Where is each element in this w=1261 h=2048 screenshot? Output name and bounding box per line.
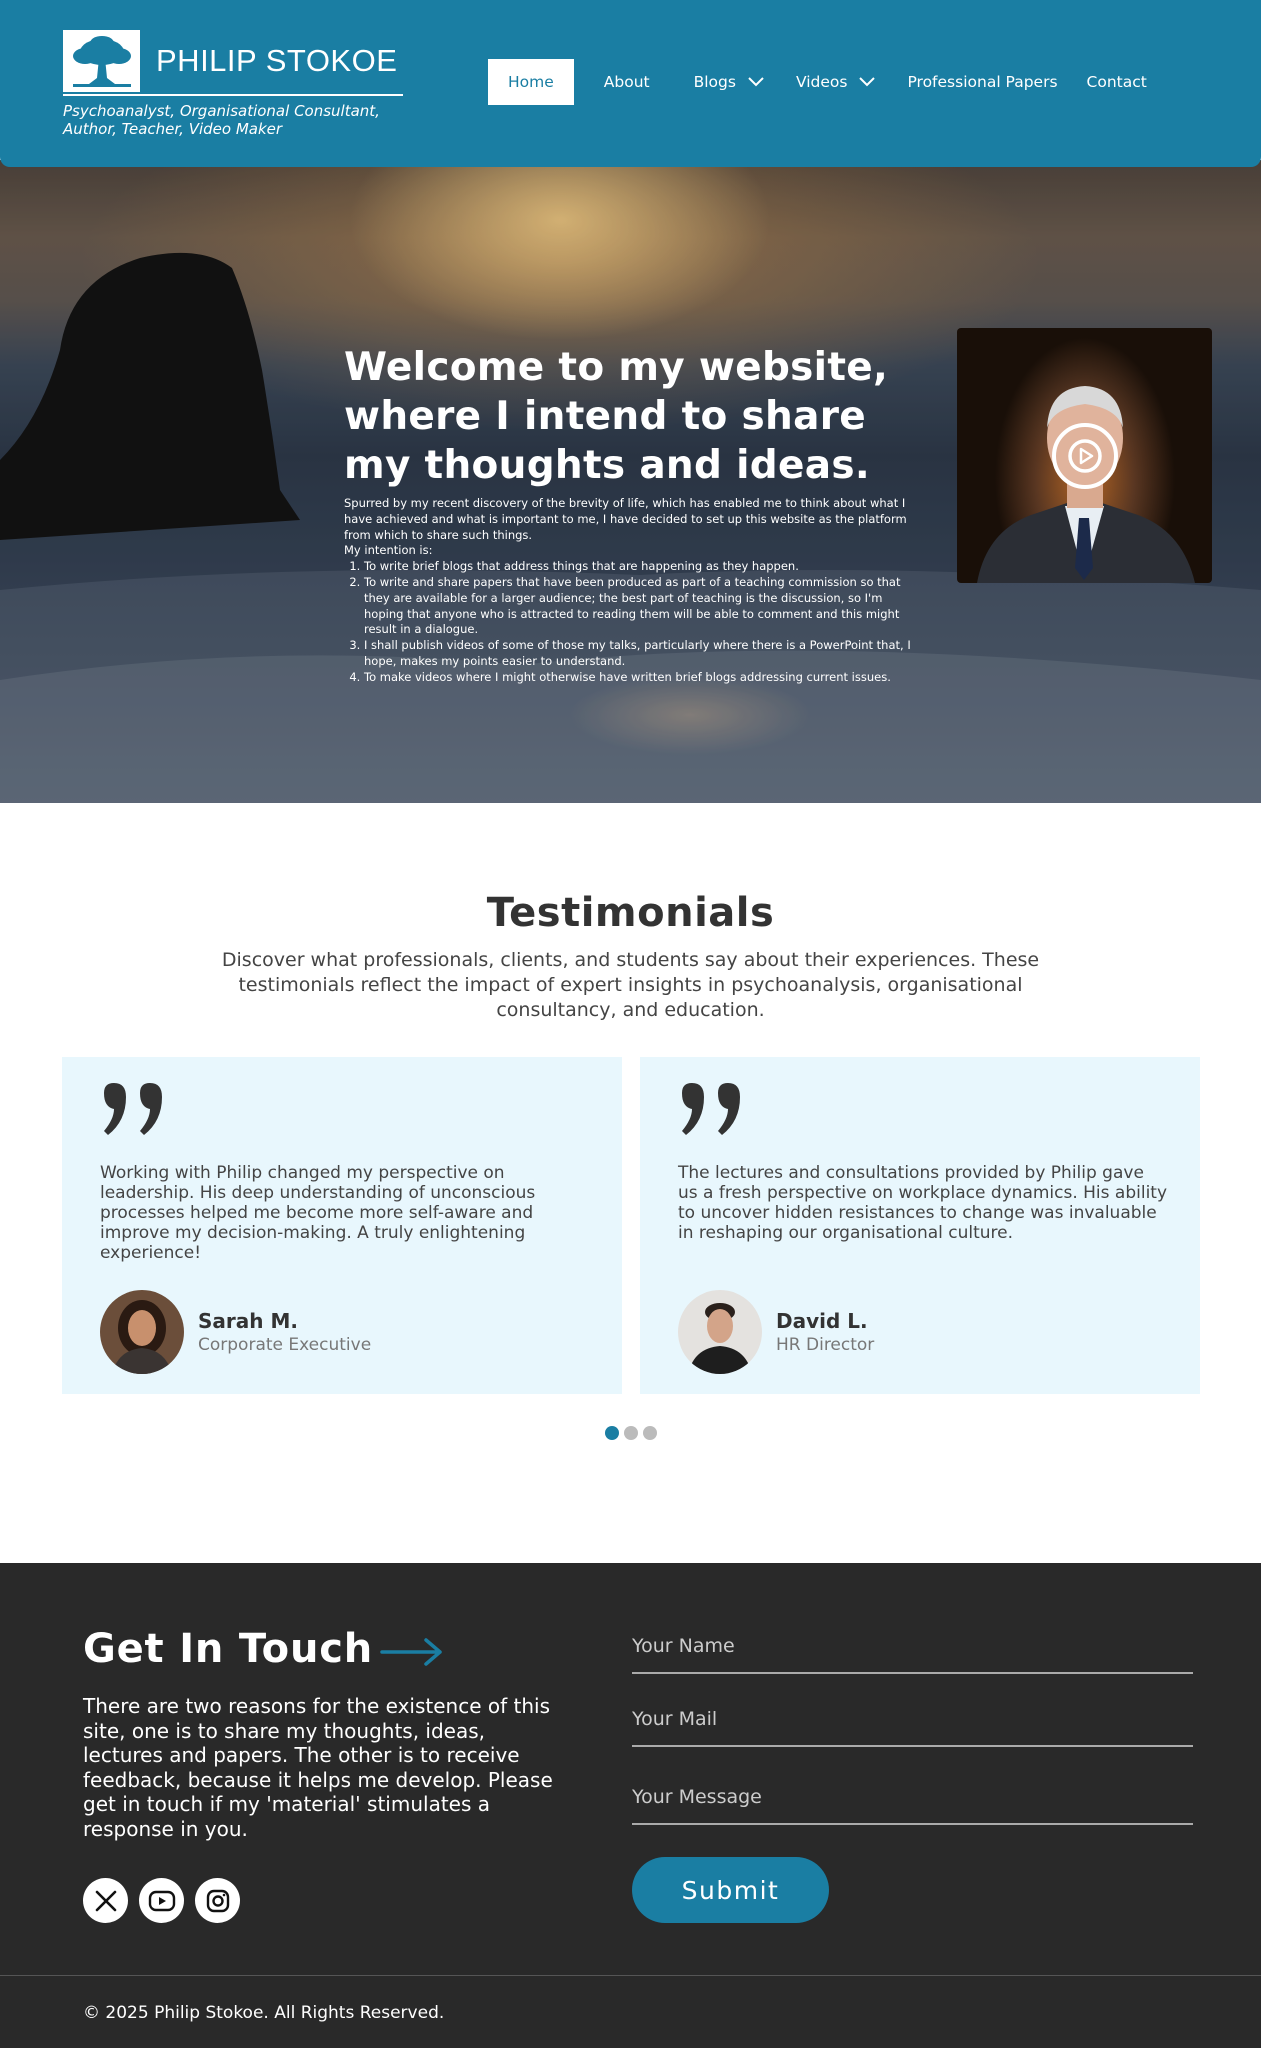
main-nav: Home About Blogs Videos Professional Pap… <box>488 59 1147 105</box>
site-header: PHILIP STOKOE Psychoanalyst, Organisatio… <box>0 0 1261 167</box>
quote-icon <box>682 1083 740 1135</box>
list-item: To write and share papers that have been… <box>364 575 924 638</box>
nav-videos[interactable]: Videos <box>796 73 876 91</box>
avatar <box>100 1290 184 1374</box>
testimonial-role: HR Director <box>776 1335 875 1355</box>
tagline: Psychoanalyst, Organisational Consultant… <box>63 102 403 138</box>
message-field[interactable]: Your Message <box>632 1786 1193 1825</box>
instagram-icon[interactable] <box>195 1878 240 1923</box>
nav-professional-papers[interactable]: Professional Papers <box>907 73 1057 91</box>
hero-title: Welcome to my website, where I intend to… <box>344 345 889 488</box>
tagline-line-2: Author, Teacher, Video Maker <box>63 120 283 138</box>
quote-icon <box>104 1083 162 1135</box>
testimonial-text: Working with Philip changed my perspecti… <box>100 1163 536 1263</box>
testimonials-subtitle: Discover what professionals, clients, an… <box>221 949 1040 1021</box>
testimonial-card: Working with Philip changed my perspecti… <box>62 1057 622 1394</box>
submit-button[interactable]: Submit <box>632 1857 829 1923</box>
testimonial-name: David L. <box>776 1309 868 1333</box>
list-item: To make videos where I might otherwise h… <box>364 670 924 686</box>
carousel-dot-2[interactable] <box>624 1426 638 1440</box>
list-item: I shall publish videos of some of those … <box>364 638 924 670</box>
list-item: To write brief blogs that address things… <box>364 559 924 575</box>
tree-logo-icon <box>63 30 140 92</box>
nav-blogs[interactable]: Blogs <box>694 73 764 91</box>
contact-title: Get In Touch <box>83 1626 374 1672</box>
testimonials-title: Testimonials <box>486 890 775 936</box>
hero-text: Spurred by my recent discovery of the br… <box>344 496 924 686</box>
testimonial-card: The lectures and consultations provided … <box>640 1057 1200 1394</box>
message-placeholder: Your Message <box>632 1786 762 1808</box>
x-icon[interactable] <box>83 1878 128 1923</box>
name-placeholder: Your Name <box>632 1635 735 1657</box>
footer-divider <box>0 1975 1261 1976</box>
chevron-down-icon <box>859 77 876 87</box>
nav-blogs-label: Blogs <box>693 73 736 91</box>
testimonial-name: Sarah M. <box>198 1309 298 1333</box>
play-icon[interactable] <box>1051 422 1119 490</box>
nav-videos-label: Videos <box>795 73 848 91</box>
contact-text: There are two reasons for the existence … <box>83 1694 553 1841</box>
nav-about-label: About <box>603 73 650 91</box>
arrow-right-icon <box>380 1638 442 1666</box>
copyright: © 2025 Philip Stokoe. All Rights Reserve… <box>83 2003 445 2023</box>
youtube-icon[interactable] <box>139 1878 184 1923</box>
chevron-down-icon <box>748 77 764 87</box>
name-field[interactable]: Your Name <box>632 1635 1193 1674</box>
hero-intention-list: To write brief blogs that address things… <box>364 559 924 685</box>
nav-about[interactable]: About <box>604 73 650 91</box>
mail-placeholder: Your Mail <box>632 1708 718 1730</box>
carousel-dot-1[interactable] <box>605 1426 619 1440</box>
testimonial-role: Corporate Executive <box>198 1335 372 1355</box>
hero-intro: Spurred by my recent discovery of the br… <box>344 496 907 542</box>
nav-home[interactable]: Home <box>488 59 574 105</box>
email-field[interactable]: Your Mail <box>632 1708 1193 1747</box>
logo-row: PHILIP STOKOE <box>63 30 403 96</box>
nav-contact[interactable]: Contact <box>1087 73 1147 91</box>
carousel-dot-3[interactable] <box>643 1426 657 1440</box>
logo[interactable]: PHILIP STOKOE Psychoanalyst, Organisatio… <box>63 30 403 138</box>
intro-video[interactable] <box>957 328 1212 583</box>
tagline-line-1: Psychoanalyst, Organisational Consultant… <box>63 102 380 120</box>
hero-section: Welcome to my website, where I intend to… <box>0 160 1261 803</box>
nav-home-label: Home <box>508 73 554 91</box>
site-name: PHILIP STOKOE <box>156 43 398 78</box>
testimonial-text: The lectures and consultations provided … <box>678 1163 1168 1243</box>
nav-contact-label: Contact <box>1086 73 1147 91</box>
social-links <box>83 1878 240 1923</box>
carousel-dots <box>605 1426 657 1440</box>
hero-intention-label: My intention is: <box>344 543 433 558</box>
nav-papers-label: Professional Papers <box>907 73 1058 91</box>
avatar <box>678 1290 762 1374</box>
